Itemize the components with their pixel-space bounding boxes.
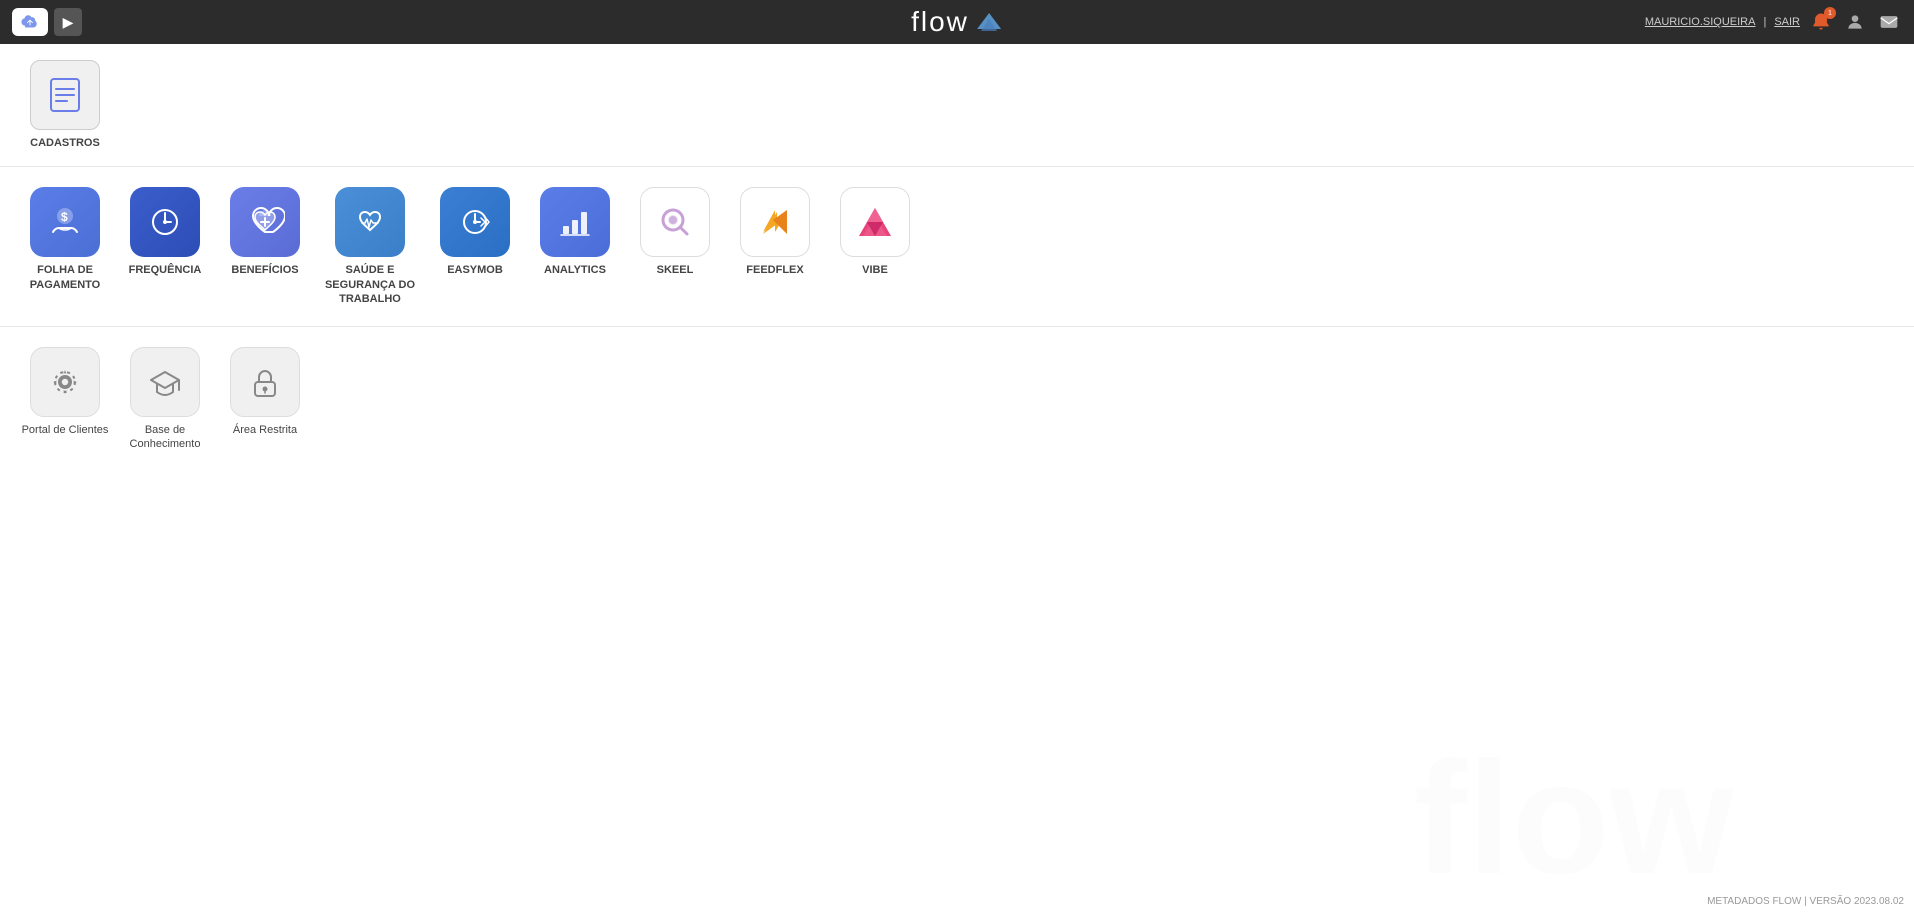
frequencia-icon-bg: [130, 187, 200, 257]
cadastros-label: CADASTROS: [30, 136, 100, 150]
logo-button[interactable]: [12, 8, 48, 36]
analytics-icon: [555, 202, 595, 242]
header-title: flow: [911, 6, 1003, 38]
skeel-icon: [655, 202, 695, 242]
svg-text:flow: flow: [1414, 728, 1734, 907]
flow-arrow-icon: [975, 11, 1003, 33]
area-restrita-item[interactable]: Área Restrita: [220, 347, 310, 452]
footer-version: METADADOS FLOW | VERSÃO 2023.08.02: [1707, 896, 1904, 907]
app-title: flow: [911, 6, 969, 38]
header-left: ▶: [12, 8, 82, 36]
skeel-icon-bg: [640, 187, 710, 257]
easymob-label: EASYMOB: [447, 263, 503, 277]
vibe-label: VIBE: [862, 263, 888, 277]
cadastros-section: CADASTROS: [0, 44, 1914, 167]
vibe-icon: [855, 202, 895, 242]
saude-seguranca-icon-bg: [335, 187, 405, 257]
user-link[interactable]: MAURICIO.SIQUEIRA: [1645, 16, 1756, 28]
saude-seguranca-label: SAÚDE E SEGURANÇA DO TRABALHO: [325, 263, 415, 306]
base-conhecimento-icon: [145, 362, 185, 402]
logout-link[interactable]: SAIR: [1774, 16, 1800, 28]
app-analytics[interactable]: ANALYTICS: [530, 187, 620, 306]
analytics-icon-bg: [540, 187, 610, 257]
folha-pagamento-label: FOLHA DE PAGAMENTO: [30, 263, 101, 292]
header-separator: |: [1763, 16, 1766, 28]
folha-pagamento-icon: $: [45, 202, 85, 242]
area-restrita-label: Área Restrita: [233, 423, 297, 437]
arrow-icon: ▶: [63, 14, 74, 31]
email-button[interactable]: [1876, 9, 1902, 35]
area-restrita-icon: [245, 362, 285, 402]
portal-clientes-icon-bg: [30, 347, 100, 417]
area-restrita-icon-bg: [230, 347, 300, 417]
easymob-icon-bg: [440, 187, 510, 257]
portal-clientes-item[interactable]: Portal de Clientes: [20, 347, 110, 452]
easymob-icon: [455, 202, 495, 242]
beneficios-icon-bg: [230, 187, 300, 257]
profile-button[interactable]: [1842, 9, 1868, 35]
support-grid: Portal de Clientes Base de Conhecimento: [20, 347, 1894, 452]
header: ▶ flow MAURICIO.SIQUEIRA | SAIR 1: [0, 0, 1914, 44]
feedflex-icon-bg: [740, 187, 810, 257]
portal-clientes-icon: [45, 362, 85, 402]
skeel-label: SKEEL: [657, 263, 694, 277]
app-easymob[interactable]: EASYMOB: [430, 187, 520, 306]
portal-clientes-label: Portal de Clientes: [22, 423, 109, 437]
analytics-label: ANALYTICS: [544, 263, 606, 277]
document-icon: [45, 75, 85, 115]
folha-pagamento-icon-bg: $: [30, 187, 100, 257]
feedflex-label: FEEDFLEX: [746, 263, 803, 277]
base-conhecimento-item[interactable]: Base de Conhecimento: [120, 347, 210, 452]
frequencia-icon: [145, 202, 185, 242]
apps-grid: $ FOLHA DE PAGAMENTO: [20, 187, 1894, 306]
vibe-icon-bg: [840, 187, 910, 257]
app-folha-pagamento[interactable]: $ FOLHA DE PAGAMENTO: [20, 187, 110, 306]
footer-watermark: flow: [1414, 713, 1914, 913]
cadastros-icon: [30, 60, 100, 130]
app-feedflex[interactable]: FEEDFLEX: [730, 187, 820, 306]
beneficios-label: BENEFÍCIOS: [231, 263, 298, 277]
feedflex-icon: [755, 202, 795, 242]
profile-icon: [1845, 12, 1865, 32]
cadastros-grid: CADASTROS: [20, 60, 1894, 150]
header-title-arrow-icon: [975, 11, 1003, 33]
apps-section: $ FOLHA DE PAGAMENTO: [0, 167, 1914, 327]
notification-badge: 1: [1824, 7, 1836, 19]
app-saude-seguranca[interactable]: SAÚDE E SEGURANÇA DO TRABALHO: [320, 187, 420, 306]
app-vibe[interactable]: VIBE: [830, 187, 920, 306]
base-conhecimento-icon-bg: [130, 347, 200, 417]
base-conhecimento-label: Base de Conhecimento: [130, 423, 201, 452]
app-skeel[interactable]: SKEEL: [630, 187, 720, 306]
frequencia-label: FREQUÊNCIA: [129, 263, 202, 277]
saude-seguranca-icon: [350, 202, 390, 242]
notification-button[interactable]: 1: [1808, 9, 1834, 35]
svg-text:$: $: [61, 210, 68, 224]
logo-icon: [19, 11, 41, 33]
support-section: Portal de Clientes Base de Conhecimento: [0, 327, 1914, 468]
nav-button[interactable]: ▶: [54, 8, 82, 36]
cadastros-item[interactable]: CADASTROS: [20, 60, 110, 150]
header-right: MAURICIO.SIQUEIRA | SAIR 1: [1645, 9, 1902, 35]
app-frequencia[interactable]: FREQUÊNCIA: [120, 187, 210, 306]
app-beneficios[interactable]: BENEFÍCIOS: [220, 187, 310, 306]
beneficios-icon: [245, 202, 285, 242]
email-icon: [1879, 12, 1899, 32]
main-content: CADASTROS $ FOLHA DE PAGAMENTO: [0, 44, 1914, 913]
